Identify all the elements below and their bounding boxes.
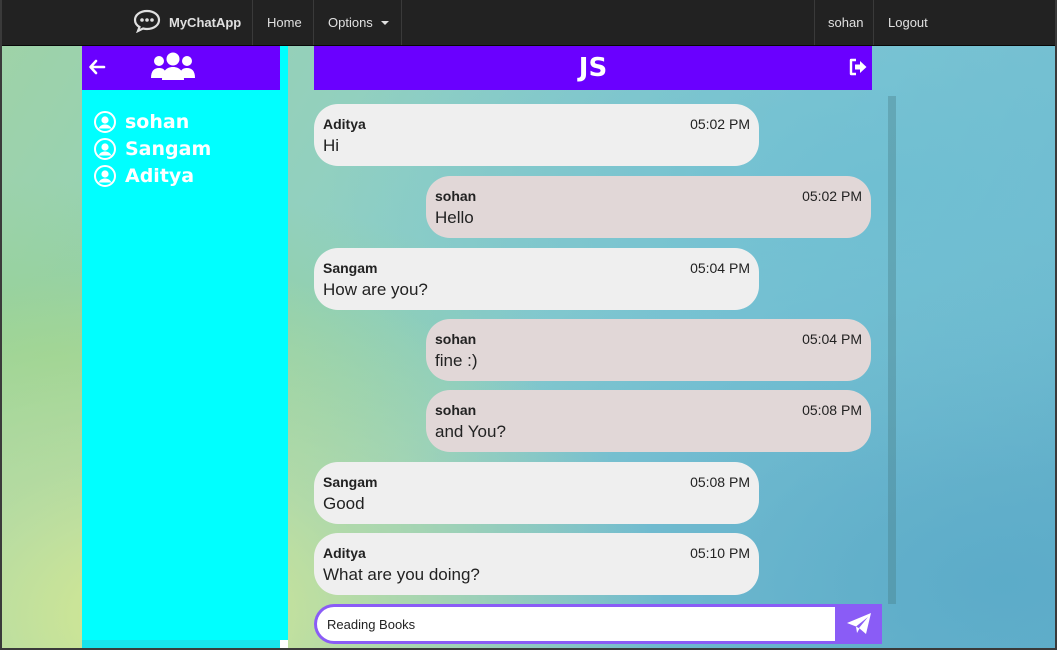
nav-options-label: Options — [328, 15, 373, 30]
arrow-left-icon[interactable] — [88, 58, 106, 76]
top-navbar: MyChatApp Home Options sohan Logout — [2, 0, 1055, 46]
nav-current-user[interactable]: sohan — [828, 0, 863, 45]
room-title: JS — [578, 53, 608, 83]
message-bubble: Sangam 05:04 PM How are you? — [314, 248, 759, 310]
message-text: Hi — [323, 136, 340, 155]
message-composer — [314, 604, 882, 644]
message-sender: Sangam — [323, 260, 378, 276]
user-circle-icon — [94, 110, 116, 133]
message-sender: sohan — [435, 331, 477, 347]
message-bubble: Aditya 05:02 PM Hi — [314, 104, 759, 166]
nav-home[interactable]: Home — [267, 0, 302, 45]
caret-down-icon — [380, 20, 389, 25]
message-time: 05:08 PM — [690, 474, 750, 490]
message-bubble: Aditya 05:10 PM What are you doing? — [314, 533, 759, 595]
nav-divider — [873, 0, 874, 45]
message-time: 05:08 PM — [802, 402, 862, 418]
users-list: sohan Sangam Aditya — [94, 108, 211, 189]
message-bubble: sohan 05:04 PM fine :) — [426, 319, 871, 381]
message-text: fine :) — [435, 351, 478, 370]
message-text: Good — [323, 494, 365, 513]
user-item-sohan[interactable]: sohan — [94, 108, 211, 135]
message-bubble: Sangam 05:08 PM Good — [314, 462, 759, 524]
user-item-aditya[interactable]: Aditya — [94, 162, 211, 189]
message-text: Hello — [435, 208, 474, 227]
app-frame: MyChatApp Home Options sohan Logout soha… — [2, 0, 1055, 648]
message-bubble: sohan 05:02 PM Hello — [426, 176, 871, 238]
message-sender: sohan — [435, 402, 477, 418]
chat-header: JS — [314, 46, 872, 90]
message-time: 05:10 PM — [690, 545, 750, 561]
send-button[interactable] — [836, 604, 882, 644]
message-input[interactable] — [317, 607, 835, 641]
nav-logout[interactable]: Logout — [888, 0, 928, 45]
message-time: 05:04 PM — [690, 260, 750, 276]
nav-divider — [252, 0, 253, 45]
user-item-sangam[interactable]: Sangam — [94, 135, 211, 162]
nav-divider — [401, 0, 402, 45]
message-time: 05:02 PM — [690, 116, 750, 132]
message-text: and You? — [435, 422, 506, 441]
sign-out-icon[interactable] — [848, 57, 868, 77]
users-group-icon — [150, 52, 196, 82]
nav-options-dropdown[interactable]: Options — [328, 0, 389, 45]
brand[interactable]: MyChatApp — [133, 0, 253, 45]
sidebar-edge — [280, 46, 288, 648]
message-sender: Aditya — [323, 545, 366, 561]
user-name: Aditya — [125, 164, 195, 187]
message-sender: sohan — [435, 188, 477, 204]
brand-name: MyChatApp — [169, 15, 242, 30]
message-sender: Aditya — [323, 116, 366, 132]
chat-bubble-icon — [133, 9, 161, 36]
nav-divider — [313, 0, 314, 45]
paper-plane-icon — [847, 613, 871, 634]
user-name: sohan — [125, 110, 190, 133]
message-sender: Sangam — [323, 474, 378, 490]
messages-scrollbar[interactable] — [888, 96, 896, 604]
message-bubble: sohan 05:08 PM and You? — [426, 390, 871, 452]
online-users-sidebar: sohan Sangam Aditya — [82, 46, 280, 648]
nav-divider — [814, 0, 815, 45]
sidebar-footer — [82, 640, 280, 648]
message-time: 05:02 PM — [802, 188, 862, 204]
user-circle-icon — [94, 164, 116, 187]
message-text: What are you doing? — [323, 565, 480, 584]
sidebar-header — [82, 46, 280, 90]
user-circle-icon — [94, 137, 116, 160]
message-text: How are you? — [323, 280, 428, 299]
message-time: 05:04 PM — [802, 331, 862, 347]
user-name: Sangam — [125, 137, 212, 160]
